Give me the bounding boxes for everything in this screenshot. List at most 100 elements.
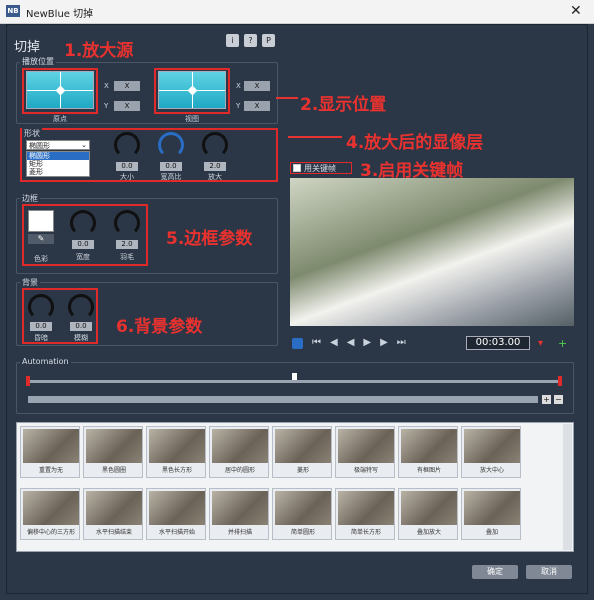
blur-value[interactable]: 0.0 (70, 322, 92, 331)
view-label: 视图 (185, 115, 199, 123)
preset-thumbnail (338, 429, 394, 463)
preset-thumbnail (464, 491, 520, 525)
view-x-label: X (236, 82, 241, 90)
preset-tile[interactable]: 有框图片 (398, 426, 458, 478)
playhead[interactable] (292, 373, 297, 380)
feather-label: 羽毛 (120, 253, 134, 261)
preset-scrollbar[interactable] (563, 424, 572, 550)
preset-tile[interactable]: 重置为无 (20, 426, 80, 478)
dim-knob[interactable] (28, 294, 54, 320)
annotation-5: 5.边框参数 (166, 229, 253, 249)
preset-tile[interactable]: 简单长方形 (335, 488, 395, 540)
ok-button[interactable]: 确定 (472, 565, 518, 579)
origin-thumbnail[interactable] (26, 71, 94, 109)
view-thumbnail[interactable] (158, 71, 226, 109)
feather-knob[interactable] (114, 210, 140, 236)
preset-thumbnail (212, 491, 268, 525)
origin-handle-icon[interactable] (55, 85, 66, 96)
preset-tile[interactable]: 简单圆形 (272, 488, 332, 540)
width-knob[interactable] (70, 210, 96, 236)
shape-dropdown[interactable]: 椭圆形 ⌄ (26, 140, 90, 150)
preset-tile[interactable]: 黑色圆圈 (83, 426, 143, 478)
preset-tile[interactable]: 偏移中心的三方形 (20, 488, 80, 540)
keyframe-label: 用关键帧 (304, 164, 336, 173)
cancel-button[interactable]: 取消 (526, 565, 572, 579)
width-value[interactable]: 0.0 (72, 240, 94, 249)
view-handle-icon[interactable] (187, 85, 198, 96)
aspect-value[interactable]: 0.0 (160, 162, 182, 171)
preset-tile[interactable]: 叠加放大 (398, 488, 458, 540)
end-marker[interactable] (558, 376, 562, 386)
chevron-down-icon: ⌄ (81, 141, 87, 149)
preset-tile[interactable]: 居中的圆形 (209, 426, 269, 478)
view-y-field[interactable]: X (244, 101, 270, 111)
eyedropper-icon[interactable]: ✎ (28, 234, 54, 244)
zoom-out-icon[interactable]: − (554, 395, 563, 404)
preset-button[interactable]: P (262, 34, 275, 47)
preset-label: 并排扫描 (227, 529, 252, 536)
preset-tile[interactable]: 水平扫描结束 (83, 488, 143, 540)
preset-thumbnail (212, 429, 268, 463)
transport-controls[interactable]: ⏮◀◀▶▶⏭ (312, 337, 415, 348)
origin-x-field[interactable]: X (114, 81, 140, 91)
aspect-knob[interactable] (158, 132, 184, 158)
arrow-4 (288, 136, 342, 138)
option-ellipse[interactable]: 椭圆形 (27, 152, 89, 160)
zoom-knob[interactable] (202, 132, 228, 158)
info-button[interactable]: i (226, 34, 239, 47)
preset-thumbnail (149, 429, 205, 463)
preset-tile[interactable]: 叠加 (461, 488, 521, 540)
view-y-label: Y (236, 102, 241, 110)
aspect-label: 宽高比 (160, 173, 182, 181)
preset-label: 黑色圆圈 (101, 467, 126, 474)
keyframe-checkbox[interactable] (293, 164, 301, 172)
dim-value[interactable]: 0.0 (30, 322, 52, 331)
preset-tile[interactable]: 黑色长方形 (146, 426, 206, 478)
preset-tile[interactable]: 并排扫描 (209, 488, 269, 540)
preset-thumbnail (86, 429, 142, 463)
preset-tile[interactable]: 放大中心 (461, 426, 521, 478)
border-color-swatch[interactable] (28, 210, 54, 232)
shape-group-label: 形状 (22, 128, 42, 139)
origin-y-field[interactable]: X (114, 101, 140, 111)
automation-scrollbar[interactable] (28, 396, 538, 403)
preset-label: 放大中心 (479, 467, 504, 474)
video-preview[interactable] (290, 178, 574, 326)
help-button[interactable]: ? (244, 34, 257, 47)
preset-tile[interactable]: 极端特写 (335, 426, 395, 478)
view-x-field[interactable]: X (244, 81, 270, 91)
automation-timeline[interactable] (28, 380, 562, 383)
option-diamond[interactable]: 菱形 (27, 168, 89, 176)
preset-label: 黑色长方形 (161, 467, 192, 474)
feather-value[interactable]: 2.0 (116, 240, 138, 249)
preset-thumbnail (149, 491, 205, 525)
zoom-value[interactable]: 2.0 (204, 162, 226, 171)
zoom-in-icon[interactable]: + (542, 395, 551, 404)
size-label: 大小 (120, 173, 134, 181)
preset-label: 菱形 (296, 467, 309, 474)
preset-thumbnail (401, 429, 457, 463)
preset-label: 有框图片 (416, 467, 441, 474)
option-rectangle[interactable]: 矩形 (27, 160, 89, 168)
remove-keyframe-icon[interactable]: ▾ (538, 338, 543, 349)
origin-y-label: Y (104, 102, 109, 110)
blur-label: 模糊 (74, 334, 88, 342)
preset-label: 极端特写 (353, 467, 378, 474)
blur-knob[interactable] (68, 294, 94, 320)
preset-label: 叠加放大 (416, 529, 441, 536)
border-group-label: 边框 (20, 193, 40, 204)
size-knob[interactable] (114, 132, 140, 158)
preset-tile[interactable]: 水平扫描开始 (146, 488, 206, 540)
preset-tile[interactable]: 菱形 (272, 426, 332, 478)
shape-dropdown-value: 椭圆形 (29, 142, 50, 150)
shape-options: 椭圆形 矩形 菱形 (26, 151, 90, 177)
close-icon[interactable]: ✕ (570, 3, 582, 19)
preset-thumbnail (86, 491, 142, 525)
preset-label: 水平扫描结束 (95, 529, 132, 536)
timecode-display[interactable]: 00:03.00 (466, 336, 530, 350)
add-keyframe-icon[interactable]: + (558, 337, 567, 350)
position-group-label: 播放位置 (20, 56, 56, 67)
loop-icon[interactable] (292, 338, 303, 349)
size-value[interactable]: 0.0 (116, 162, 138, 171)
start-marker[interactable] (26, 376, 30, 386)
